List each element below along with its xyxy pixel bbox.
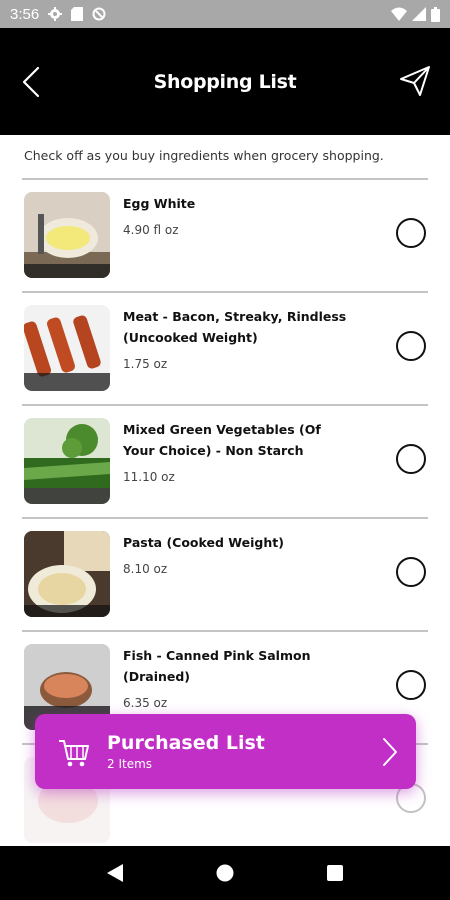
- check-circle[interactable]: [396, 670, 426, 700]
- status-bar: 3:56: [0, 0, 450, 28]
- vegetables-image: [24, 418, 110, 504]
- check-circle[interactable]: [396, 444, 426, 474]
- sync-icon: [92, 7, 106, 21]
- item-quantity: 4.90 fl oz: [123, 223, 179, 237]
- check-circle[interactable]: [396, 218, 426, 248]
- egg-white-image: [24, 192, 110, 278]
- list-item: Meat - Bacon, Streaky, Rindless (Uncooke…: [0, 293, 450, 404]
- chevron-right-icon: [383, 738, 397, 766]
- app-header: Shopping List: [0, 28, 450, 135]
- signal-icon: [412, 7, 426, 21]
- item-quantity: 6.35 oz: [123, 696, 168, 710]
- purchased-item-count: 2 Items: [107, 757, 153, 771]
- list-item: Mixed Green Vegetables (Of Your Choice) …: [0, 406, 450, 517]
- list-item: Pasta (Cooked Weight) 8.10 oz: [0, 519, 450, 630]
- check-circle[interactable]: [396, 557, 426, 587]
- item-name: Meat - Bacon, Streaky, Rindless (Uncooke…: [123, 309, 347, 345]
- bacon-image: [24, 305, 110, 391]
- item-name: Pasta (Cooked Weight): [123, 535, 284, 550]
- check-circle[interactable]: [396, 331, 426, 361]
- item-quantity: 8.10 oz: [123, 562, 168, 576]
- page-title: Shopping List: [153, 70, 297, 93]
- sd-card-icon: [71, 7, 84, 21]
- gear-icon: [48, 7, 63, 21]
- battery-icon: [431, 6, 440, 22]
- item-quantity: 1.75 oz: [123, 357, 168, 371]
- system-nav-bar: [0, 846, 450, 900]
- nav-home-icon[interactable]: [211, 859, 239, 887]
- list-item: Egg White 4.90 fl oz: [0, 180, 450, 291]
- nav-back-icon[interactable]: [101, 859, 129, 887]
- cart-icon: [59, 739, 89, 766]
- paper-plane-icon[interactable]: [398, 64, 432, 98]
- item-quantity: 11.10 oz: [123, 470, 175, 484]
- item-name: Egg White: [123, 196, 196, 211]
- item-name: Fish - Canned Pink Salmon (Drained): [123, 648, 311, 684]
- nav-recents-icon[interactable]: [321, 859, 349, 887]
- status-time: 3:56: [10, 5, 40, 23]
- instructions-text: Check off as you buy ingredients when gr…: [24, 148, 384, 163]
- purchased-list-button[interactable]: Purchased List 2 Items: [35, 714, 416, 789]
- back-chevron-icon[interactable]: [18, 64, 46, 100]
- purchased-list-title: Purchased List: [107, 732, 265, 754]
- pasta-image: [24, 531, 110, 617]
- wifi-icon: [391, 7, 407, 21]
- item-name: Mixed Green Vegetables (Of Your Choice) …: [123, 422, 321, 458]
